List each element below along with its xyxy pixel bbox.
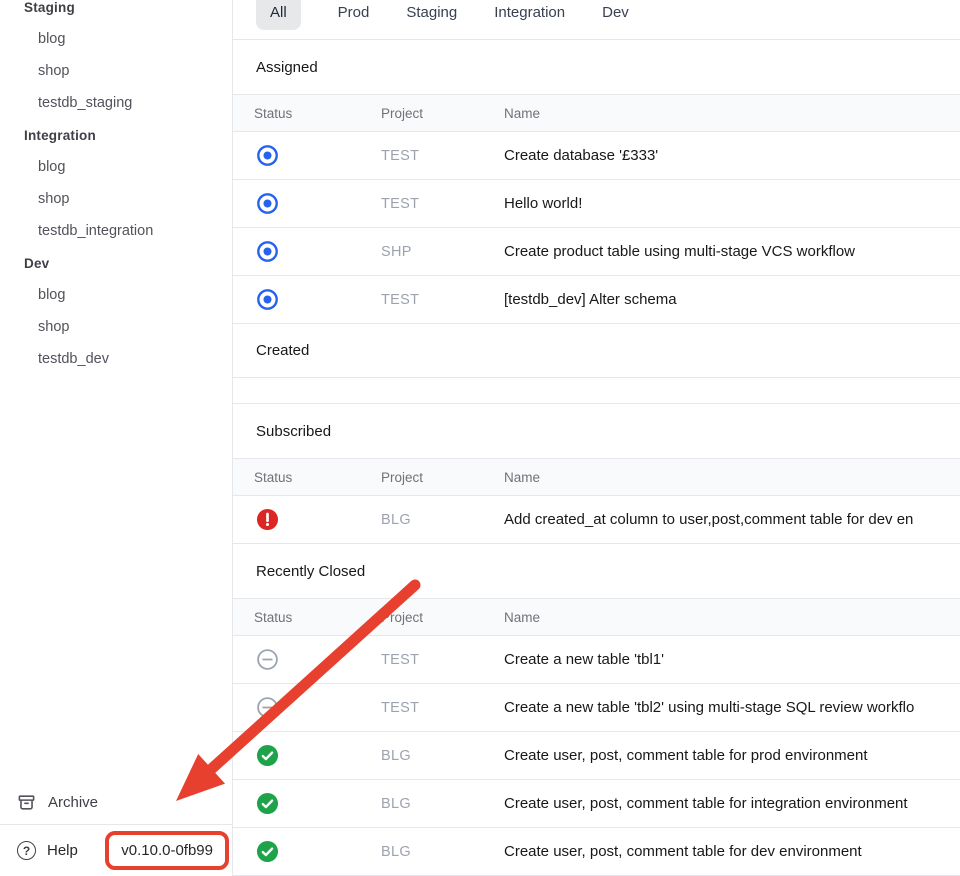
table-row[interactable]: TEST Create database '£333' <box>233 132 960 180</box>
issue-name: Create a new table 'tbl1' <box>504 651 960 668</box>
help-row: ? Help v0.10.0-0fb99 <box>0 825 232 876</box>
version-badge: v0.10.0-0fb99 <box>105 831 229 870</box>
project-cell: BLG <box>381 844 504 860</box>
status-icon-done <box>256 744 279 767</box>
issue-name: Hello world! <box>504 195 960 212</box>
sidebar-item-db-testdb-integration[interactable]: testdb_integration <box>0 215 232 247</box>
section-title-recently-closed: Recently Closed <box>233 544 960 598</box>
table-row[interactable]: SHP Create product table using multi-sta… <box>233 228 960 276</box>
table-row[interactable]: BLG Create user, post, comment table for… <box>233 780 960 828</box>
project-cell: TEST <box>381 652 504 668</box>
issue-name: Create a new table 'tbl2' using multi-st… <box>504 699 960 716</box>
project-cell: TEST <box>381 196 504 212</box>
main-content: All Prod Staging Integration Dev Assigned St… <box>232 0 960 876</box>
project-cell: TEST <box>381 148 504 164</box>
sidebar-item-db-blog[interactable]: blog <box>0 279 232 311</box>
issue-name: Create user, post, comment table for int… <box>504 795 960 812</box>
section-title-created: Created <box>233 324 960 378</box>
table-row[interactable]: BLG Add created_at column to user,post,c… <box>233 496 960 544</box>
table-row[interactable]: TEST Hello world! <box>233 180 960 228</box>
table-header: StatusProjectName <box>233 598 960 636</box>
table-row[interactable]: TEST Create a new table 'tbl1' <box>233 636 960 684</box>
section-title-assigned: Assigned <box>233 40 960 94</box>
issue-name: Create database '£333' <box>504 147 960 164</box>
status-icon-done <box>256 840 279 863</box>
issue-sections: Assigned StatusProjectName TEST Create d… <box>233 40 960 876</box>
table-row[interactable]: TEST [testdb_dev] Alter schema <box>233 276 960 324</box>
project-cell: TEST <box>381 700 504 716</box>
sidebar: Stagingblogshoptestdb_stagingIntegration… <box>0 0 232 876</box>
column-header-status: Status <box>254 470 381 485</box>
status-icon-canceled <box>256 648 279 671</box>
environment-tabbar: All Prod Staging Integration Dev <box>233 0 960 40</box>
project-cell: BLG <box>381 748 504 764</box>
column-header-status: Status <box>254 610 381 625</box>
archive-icon <box>17 793 36 812</box>
project-cell: BLG <box>381 512 504 528</box>
issue-section-created: Created <box>233 324 960 404</box>
status-icon-open <box>256 240 279 263</box>
column-header-project: Project <box>381 470 504 485</box>
table-header: StatusProjectName <box>233 94 960 132</box>
issue-name: Create product table using multi-stage V… <box>504 243 960 260</box>
status-icon-open <box>256 288 279 311</box>
issue-section-recently-closed: Recently Closed StatusProjectName TEST C… <box>233 544 960 876</box>
sidebar-item-db-shop[interactable]: shop <box>0 55 232 87</box>
sidebar-item-db-shop[interactable]: shop <box>0 183 232 215</box>
column-header-name: Name <box>504 106 960 121</box>
empty-table-strip <box>233 378 960 404</box>
issue-section-subscribed: Subscribed StatusProjectName BLG Add cre… <box>233 404 960 544</box>
issue-name: Create user, post, comment table for pro… <box>504 747 960 764</box>
table-row[interactable]: BLG Create user, post, comment table for… <box>233 828 960 876</box>
status-icon-open <box>256 144 279 167</box>
table-row[interactable]: TEST Create a new table 'tbl2' using mul… <box>233 684 960 732</box>
sidebar-item-db-testdb-dev[interactable]: testdb_dev <box>0 343 232 375</box>
sidebar-env-integration[interactable]: Integration <box>0 119 232 151</box>
archive-label: Archive <box>48 794 98 811</box>
section-title-subscribed: Subscribed <box>233 404 960 458</box>
sidebar-item-db-blog[interactable]: blog <box>0 151 232 183</box>
tab-all[interactable]: All <box>256 0 301 30</box>
tab-integration[interactable]: Integration <box>494 0 565 23</box>
tab-prod[interactable]: Prod <box>338 0 370 23</box>
app-window: Stagingblogshoptestdb_stagingIntegration… <box>0 0 960 876</box>
tab-staging[interactable]: Staging <box>406 0 457 23</box>
issue-section-assigned: Assigned StatusProjectName TEST Create d… <box>233 40 960 324</box>
issue-name: [testdb_dev] Alter schema <box>504 291 960 308</box>
help-button[interactable]: ? Help <box>17 841 78 860</box>
project-cell: SHP <box>381 244 504 260</box>
column-header-project: Project <box>381 106 504 121</box>
status-icon-error <box>256 508 279 531</box>
sidebar-env-staging[interactable]: Staging <box>0 0 232 23</box>
issue-name: Add created_at column to user,post,comme… <box>504 511 960 528</box>
sidebar-item-db-shop[interactable]: shop <box>0 311 232 343</box>
column-header-status: Status <box>254 106 381 121</box>
tab-dev[interactable]: Dev <box>602 0 629 23</box>
column-header-project: Project <box>381 610 504 625</box>
help-icon: ? <box>17 841 36 860</box>
status-icon-open <box>256 192 279 215</box>
issue-name: Create user, post, comment table for dev… <box>504 843 960 860</box>
column-header-name: Name <box>504 470 960 485</box>
database-tree: Stagingblogshoptestdb_stagingIntegration… <box>0 0 232 375</box>
column-header-name: Name <box>504 610 960 625</box>
sidebar-item-db-blog[interactable]: blog <box>0 23 232 55</box>
sidebar-item-db-testdb-staging[interactable]: testdb_staging <box>0 87 232 119</box>
sidebar-item-archive[interactable]: Archive <box>0 780 232 825</box>
sidebar-footer: Archive ? Help v0.10.0-0fb99 <box>0 780 232 876</box>
table-header: StatusProjectName <box>233 458 960 496</box>
sidebar-env-dev[interactable]: Dev <box>0 247 232 279</box>
table-row[interactable]: BLG Create user, post, comment table for… <box>233 732 960 780</box>
status-icon-canceled <box>256 696 279 719</box>
help-label: Help <box>47 842 78 859</box>
project-cell: BLG <box>381 796 504 812</box>
status-icon-done <box>256 792 279 815</box>
project-cell: TEST <box>381 292 504 308</box>
